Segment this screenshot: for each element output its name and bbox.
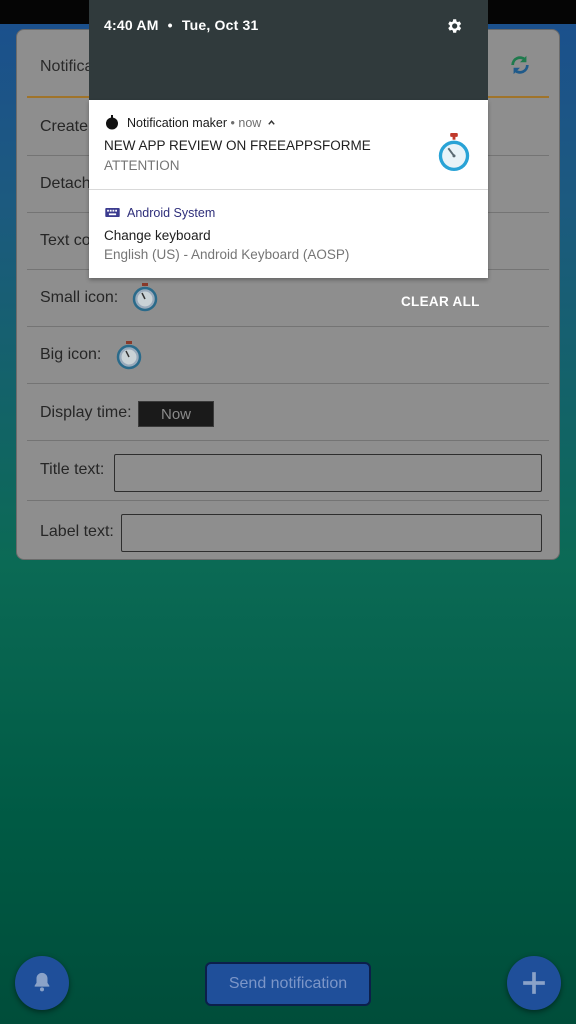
add-button[interactable] [507, 956, 561, 1010]
keyboard-icon [105, 208, 120, 217]
notification-time: • now [230, 116, 262, 130]
display-time-row: Display time: [27, 383, 549, 441]
big-stopwatch-icon[interactable] [116, 340, 142, 370]
plus-icon [523, 972, 545, 994]
display-time-label: Display time: [40, 404, 132, 421]
gear-icon[interactable] [445, 17, 463, 35]
small-stopwatch-icon[interactable] [132, 282, 158, 312]
big-icon-row[interactable]: Big icon: [27, 326, 549, 384]
title-text-input[interactable] [114, 454, 542, 492]
notification-title: Change keyboard [104, 228, 211, 243]
label-text-label: Label text: [40, 523, 114, 540]
status-date: Tue, Oct 31 [181, 17, 259, 33]
app-bomb-icon [106, 115, 118, 130]
status-separator: • [167, 17, 173, 33]
refresh-icon[interactable] [509, 54, 531, 76]
notification-item[interactable]: Android System Change keyboard English (… [89, 190, 488, 278]
form-title: Notifica [40, 58, 94, 75]
chevron-up-icon[interactable] [267, 118, 276, 127]
bell-icon [34, 972, 50, 992]
create-label: Create [40, 118, 89, 135]
detach-label: Detach [40, 175, 91, 192]
big-icon-label: Big icon: [40, 346, 102, 363]
send-notification-button[interactable]: Send notification [205, 962, 371, 1006]
bell-button[interactable] [15, 956, 69, 1010]
notification-app-name: Notification maker • now [127, 116, 276, 130]
text-color-label: Text co [40, 232, 91, 249]
quick-settings-header: 4:40 AM • Tue, Oct 31 [89, 0, 488, 100]
status-time: 4:40 AM [104, 17, 159, 33]
notification-text: English (US) - Android Keyboard (AOSP) [104, 247, 350, 262]
app-name-text: Notification maker [127, 116, 228, 130]
label-text-input[interactable] [121, 514, 542, 552]
notification-panel: Notification maker • now NEW APP REVIEW … [89, 100, 488, 278]
title-text-label: Title text: [40, 461, 105, 478]
clear-all-button[interactable]: CLEAR ALL [401, 294, 480, 309]
display-time-button[interactable]: Now [138, 401, 214, 427]
stopwatch-icon [438, 133, 470, 172]
notification-title: NEW APP REVIEW ON FREEAPPSFORME [104, 138, 371, 153]
notification-app-name: Android System [127, 206, 216, 220]
notification-text: ATTENTION [104, 158, 180, 173]
status-datetime: 4:40 AM • Tue, Oct 31 [104, 17, 259, 33]
small-icon-label: Small icon: [40, 289, 119, 306]
notification-item[interactable]: Notification maker • now NEW APP REVIEW … [89, 100, 488, 189]
